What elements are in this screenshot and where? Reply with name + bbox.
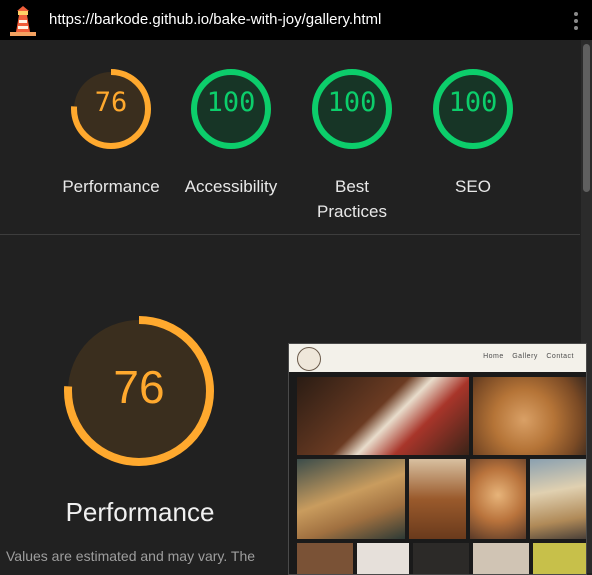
thumbnail-site-nav: Home Gallery Contact <box>289 344 586 372</box>
score-gauges: 76 Performance 100 Accessibility 100 Bes… <box>0 40 580 234</box>
thumbnail-photo-croissants <box>473 377 586 455</box>
thumbnail-photo-dessert <box>473 543 529 574</box>
address-bar: https://barkode.github.io/bake-with-joy/… <box>0 0 592 40</box>
gauge-label: Performance <box>62 177 160 196</box>
performance-title: Performance <box>65 497 215 527</box>
kebab-menu-icon[interactable] <box>568 10 584 32</box>
estimate-note: Values are estimated and may vary. The <box>6 548 256 564</box>
thumbnail-photo-pastries <box>297 377 469 455</box>
thumbnail-nav-link: Home <box>483 353 504 360</box>
gauge-score: 100 <box>327 87 377 118</box>
gauge-label: Best Practices <box>317 177 387 221</box>
thumbnail-photo-cookies <box>413 543 469 574</box>
thumbnail-site-logo <box>297 347 321 371</box>
gauge-accessibility[interactable]: 100 Accessibility <box>176 66 286 199</box>
thumbnail-photo-cake <box>297 543 353 574</box>
thumbnail-photo-rolls <box>530 459 586 539</box>
page-screenshot-thumbnail[interactable]: Home Gallery Contact <box>288 343 587 575</box>
thumbnail-nav-link: Contact <box>546 353 574 360</box>
thumbnail-photo-bread-basket <box>297 459 405 539</box>
gauge-label: SEO <box>455 177 491 196</box>
gauge-performance[interactable]: 76 Performance <box>56 66 166 199</box>
thumbnail-photo-buns <box>470 459 526 539</box>
gauge-best-practices[interactable]: 100 Best Practices <box>297 66 407 224</box>
thumbnail-photo-loaf <box>409 459 466 539</box>
thumbnail-nav-links: Home Gallery Contact <box>477 353 574 360</box>
scrollbar-thumb[interactable] <box>583 44 590 192</box>
gauge-score: 76 <box>94 87 128 118</box>
lighthouse-icon <box>10 6 36 36</box>
performance-score: 76 <box>113 361 165 413</box>
gauge-label: Accessibility <box>184 177 278 196</box>
gauge-score: 100 <box>448 87 498 118</box>
gauge-seo[interactable]: 100 SEO <box>418 66 528 199</box>
thumbnail-nav-link: Gallery <box>512 353 538 360</box>
section-divider <box>0 234 580 235</box>
gauge-score: 100 <box>206 87 256 118</box>
performance-gauge-large: 76 <box>63 315 215 467</box>
thumbnail-photo-fruit-tart <box>533 543 586 574</box>
thumbnail-photo-cupcake <box>357 543 409 574</box>
page-url[interactable]: https://barkode.github.io/bake-with-joy/… <box>49 11 381 28</box>
